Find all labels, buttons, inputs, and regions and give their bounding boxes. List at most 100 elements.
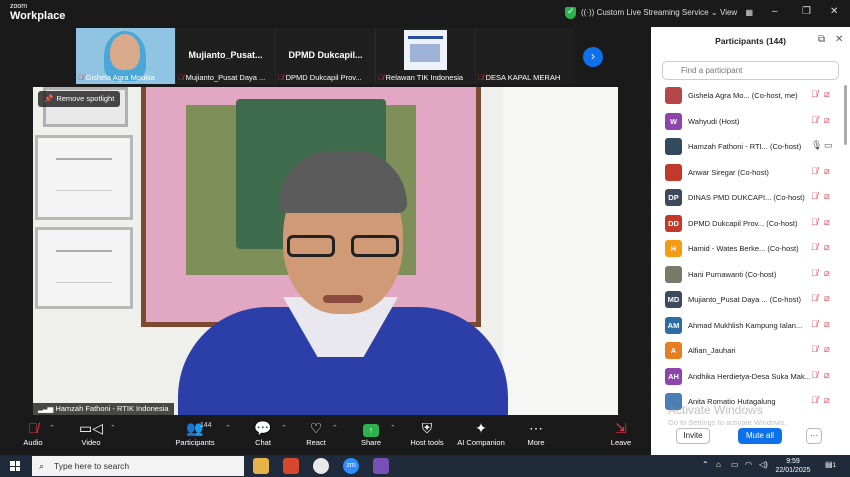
zoom-app-icon[interactable]: zm xyxy=(343,458,359,474)
close-button[interactable]: ✕ xyxy=(830,6,838,17)
view-menu[interactable]: View ▦ xyxy=(720,8,753,17)
react-caret-icon[interactable]: ⌃ xyxy=(332,424,338,432)
share-button[interactable]: ↑ Share xyxy=(358,418,384,447)
video-thumbnail[interactable]: 🎙̸ DESA KAPAL MERAH xyxy=(476,28,575,84)
shared-document-preview xyxy=(404,30,447,70)
chrome-icon[interactable] xyxy=(313,458,329,474)
muted-mic-icon[interactable]: 🎙̸ xyxy=(811,242,818,252)
participant-row[interactable]: AH Andhika Herdietya-Desa Suka Mak... 🎙̸ ⧄ xyxy=(651,364,850,390)
ai-companion-button[interactable]: ✦ AI Companion xyxy=(455,418,507,447)
pop-out-icon[interactable]: ⧉ xyxy=(818,34,825,45)
thumbnail-name: DPMD Dukcapil Prov... xyxy=(285,73,362,82)
file-explorer-icon[interactable] xyxy=(253,458,269,474)
avatar: AH xyxy=(665,367,682,385)
participant-row[interactable]: A Alfian_Jauhari 🎙̸ ⧄ xyxy=(651,338,850,364)
muted-mic-icon[interactable]: 🎙̸ xyxy=(811,191,818,201)
video-options-caret-icon[interactable]: ⌃ xyxy=(110,424,116,432)
leave-label: Leave xyxy=(610,438,632,447)
participant-row[interactable]: DP DINAS PMD DUKCAPI... (Co-host) 🎙̸ ⧄ xyxy=(651,185,850,211)
video-thumbnail[interactable]: 🎙̸ Gishela Agra Moukia xyxy=(76,28,175,84)
camera-off-icon[interactable]: ⧄ xyxy=(824,191,830,202)
participant-row[interactable]: Anwar Siregar (Co-host) 🎙̸ ⧄ xyxy=(651,160,850,186)
volume-icon[interactable]: ◁) xyxy=(759,460,768,469)
participant-row[interactable]: Hani Purnawanti (Co-host) 🎙̸ ⧄ xyxy=(651,262,850,288)
more-dots-icon: ⋯ xyxy=(529,420,543,436)
participant-name: Hani Purnawanti (Co-host) xyxy=(688,269,777,279)
participant-row[interactable]: Hamzah Fathoni - RTI... (Co-host) 🎙 ▭ xyxy=(651,134,850,160)
leave-button[interactable]: ⇲ Leave xyxy=(608,418,634,447)
security-shield-icon[interactable] xyxy=(565,6,576,19)
notifications-icon[interactable]: ▤1 xyxy=(825,460,836,469)
video-thumbnail[interactable]: 🎙̸ Relawan TIK Indonesia xyxy=(376,28,475,84)
windows-start-icon[interactable] xyxy=(10,461,20,471)
camera-off-icon[interactable]: ⧄ xyxy=(824,395,830,406)
maximize-button[interactable]: ❐ xyxy=(802,6,811,17)
participant-row[interactable]: AM Ahmad Mukhlish Kampung Ialan... 🎙̸ ⧄ xyxy=(651,313,850,339)
battery-icon[interactable]: ▭ xyxy=(731,460,739,469)
matlab-icon[interactable] xyxy=(283,458,299,474)
video-thumbnail[interactable]: DPMD Dukcapil... 🎙̸ DPMD Dukcapil Prov... xyxy=(276,28,375,84)
camera-off-icon[interactable]: ⧄ xyxy=(824,319,830,330)
participant-row[interactable]: MD Mujianto_Pusat Daya ... (Co-host) 🎙̸ ⧄ xyxy=(651,287,850,313)
minimize-button[interactable]: – xyxy=(772,6,778,17)
network-icon[interactable]: ⌂ xyxy=(716,460,721,469)
audio-options-caret-icon[interactable]: ⌃ xyxy=(49,424,55,432)
camera-off-icon[interactable]: ⧄ xyxy=(824,166,830,177)
more-button[interactable]: ⋯ More xyxy=(524,418,548,447)
close-panel-icon[interactable]: ✕ xyxy=(835,34,843,45)
audio-button[interactable]: 🎙̸ Audio xyxy=(20,418,46,447)
chat-caret-icon[interactable]: ⌃ xyxy=(281,424,287,432)
participants-caret-icon[interactable]: ⌃ xyxy=(225,424,231,432)
muted-mic-icon[interactable]: 🎙̸ xyxy=(811,268,818,278)
logo-line1: zoom xyxy=(10,3,28,10)
camera-off-icon[interactable]: ⧄ xyxy=(824,370,830,381)
camera-off-icon[interactable]: ⧄ xyxy=(824,293,830,304)
camera-off-icon[interactable]: ⧄ xyxy=(824,89,830,100)
participant-row[interactable]: DD DPMD Dukcapil Prov... (Co-host) 🎙̸ ⧄ xyxy=(651,211,850,237)
host-tools-button[interactable]: ⛨ Host tools xyxy=(408,418,446,447)
audio-label: Audio xyxy=(23,438,43,447)
muted-mic-icon[interactable]: 🎙̸ xyxy=(811,344,818,354)
zoom-logo: zoom Workplace xyxy=(10,3,65,22)
invite-button[interactable]: Invite xyxy=(676,428,710,444)
muted-mic-icon[interactable]: 🎙̸ xyxy=(811,319,818,329)
camera-icon[interactable]: ▭ xyxy=(824,140,833,151)
camera-off-icon[interactable]: ⧄ xyxy=(824,217,830,228)
video-button[interactable]: ▭◁ Video xyxy=(78,418,104,447)
muted-mic-icon[interactable]: 🎙̸ xyxy=(811,89,818,99)
wifi-icon[interactable]: ◠ xyxy=(745,460,752,469)
muted-mic-icon[interactable]: 🎙̸ xyxy=(811,370,818,380)
share-caret-icon[interactable]: ⌃ xyxy=(390,424,396,432)
camera-off-icon[interactable]: ⧄ xyxy=(824,115,830,126)
participant-search-input[interactable] xyxy=(662,61,839,80)
muted-mic-icon[interactable]: 🎙̸ xyxy=(811,395,818,405)
next-page-arrow-icon[interactable]: › xyxy=(583,47,603,67)
participants-button[interactable]: 👥 144 Participants xyxy=(172,418,218,447)
panel-more-button[interactable]: ··· xyxy=(806,428,822,444)
muted-mic-icon[interactable]: 🎙̸ xyxy=(811,166,818,176)
chat-button[interactable]: 💬 Chat xyxy=(250,418,276,447)
mute-all-button[interactable]: Mute all xyxy=(738,428,782,444)
participant-row[interactable]: W Wahyudi (Host) 🎙̸ ⧄ xyxy=(651,109,850,135)
participant-row[interactable]: H Hamid - Wates Berke... (Co-host) 🎙̸ ⧄ xyxy=(651,236,850,262)
taskbar-search-box[interactable]: ⌕ Type here to search xyxy=(32,456,244,476)
camera-off-icon[interactable]: ⧄ xyxy=(824,268,830,279)
app-icon[interactable] xyxy=(373,458,389,474)
participant-row[interactable]: Gishela Agra Mo... (Co-host, me) 🎙̸ ⧄ xyxy=(651,83,850,109)
camera-off-icon[interactable]: ⧄ xyxy=(824,344,830,355)
tray-chevron-up-icon[interactable]: ⌃ xyxy=(702,460,709,469)
participant-list: Gishela Agra Mo... (Co-host, me) 🎙̸ ⧄ W Wahy… xyxy=(651,83,850,426)
muted-mic-icon[interactable]: 🎙̸ xyxy=(811,293,818,303)
activate-windows-watermark: Activate Windows Go to Settings to activ… xyxy=(668,403,786,427)
video-thumbnail[interactable]: Mujianto_Pusat... 🎙̸ Mujianto_Pusat Daya … xyxy=(176,28,275,84)
muted-mic-icon[interactable]: 🎙̸ xyxy=(811,217,818,227)
react-button[interactable]: ♡ React xyxy=(302,418,330,447)
live-streaming-menu[interactable]: ((·)) Custom Live Streaming Service ⌄ xyxy=(581,8,718,17)
mic-icon[interactable]: 🎙 xyxy=(811,140,822,151)
participant-name: Alfian_Jauhari xyxy=(688,346,736,355)
taskbar-clock[interactable]: 9:59 22/01/2025 xyxy=(774,457,812,475)
camera-off-icon[interactable]: ⧄ xyxy=(824,242,830,253)
grid-view-icon: ▦ xyxy=(745,8,753,17)
muted-mic-icon[interactable]: 🎙̸ xyxy=(811,115,818,125)
remove-spotlight-button[interactable]: 📌 Remove spotlight xyxy=(38,91,121,107)
